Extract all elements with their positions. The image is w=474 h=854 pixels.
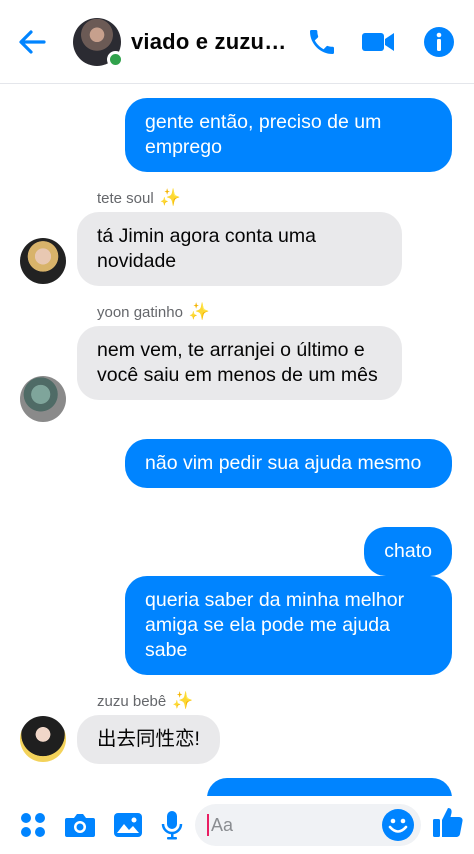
conversation-title[interactable]: viado e zuzuzi... xyxy=(131,29,295,55)
apps-icon xyxy=(21,813,45,837)
message-thread[interactable]: gente então, preciso de um emprego tete … xyxy=(0,84,474,796)
message-text: 出去同性恋! xyxy=(97,728,200,750)
message-text: queria saber da minha melhor amiga se el… xyxy=(145,589,405,661)
arrow-left-icon xyxy=(19,29,46,54)
text-caret xyxy=(207,814,209,836)
message-bubble-incoming[interactable]: tá Jimin agora conta uma novidade xyxy=(77,212,402,286)
more-apps-button[interactable] xyxy=(16,809,50,841)
video-camera-icon xyxy=(362,33,394,51)
group-avatar[interactable] xyxy=(73,17,124,68)
message-bubble-incoming[interactable]: nem vem, te arranjei o último e você sai… xyxy=(77,326,402,400)
microphone-icon xyxy=(161,811,183,840)
message-input-placeholder: Aa xyxy=(211,814,234,835)
message-bubble-outgoing[interactable]: chato xyxy=(364,527,452,576)
video-call-button[interactable] xyxy=(360,24,396,60)
gallery-button[interactable] xyxy=(111,809,145,841)
info-icon xyxy=(424,27,454,57)
sparkle-icon: ✨ xyxy=(172,691,194,710)
back-button[interactable] xyxy=(0,0,64,84)
message-bubble-outgoing-partial[interactable] xyxy=(207,778,452,796)
message-text: não vim pedir sua ajuda mesmo xyxy=(145,452,422,474)
message-text: chato xyxy=(384,540,432,562)
message-bubble-outgoing[interactable]: queria saber da minha melhor amiga se el… xyxy=(125,576,452,675)
camera-icon xyxy=(65,814,95,837)
online-status-dot xyxy=(107,50,124,68)
message-bubble-outgoing[interactable]: gente então, preciso de um emprego xyxy=(125,98,452,172)
emoji-button[interactable] xyxy=(381,808,415,842)
camera-button[interactable] xyxy=(63,809,97,841)
message-text: gente então, preciso de um emprego xyxy=(145,111,382,158)
sparkle-icon: ✨ xyxy=(188,302,211,321)
image-icon xyxy=(114,813,142,837)
message-bubble-incoming[interactable]: 出去同性恋! xyxy=(77,715,220,764)
sender-name: tete soul ✨ xyxy=(97,188,181,207)
message-text: nem vem, te arranjei o último e você sai… xyxy=(97,339,378,386)
sender-name: yoon gatinho ✨ xyxy=(97,302,211,321)
avatar[interactable] xyxy=(20,238,66,284)
message-text: tá Jimin agora conta uma novidade xyxy=(97,225,316,272)
sparkle-icon: ✨ xyxy=(159,188,181,207)
thumbs-up-icon xyxy=(433,808,463,837)
conversation-info-button[interactable] xyxy=(421,24,457,60)
voice-message-button[interactable] xyxy=(155,809,189,841)
conversation-header: viado e zuzuzi... xyxy=(0,0,474,84)
message-bubble-outgoing[interactable]: não vim pedir sua ajuda mesmo xyxy=(125,439,452,488)
emoji-icon xyxy=(382,809,414,841)
phone-icon xyxy=(310,30,334,54)
message-composer: Aa xyxy=(0,796,474,854)
sender-name: zuzu bebê ✨ xyxy=(97,691,194,710)
message-input[interactable]: Aa xyxy=(195,804,421,846)
voice-call-button[interactable] xyxy=(304,24,340,60)
like-button[interactable] xyxy=(430,806,466,838)
avatar[interactable] xyxy=(20,716,66,762)
avatar[interactable] xyxy=(20,376,66,422)
